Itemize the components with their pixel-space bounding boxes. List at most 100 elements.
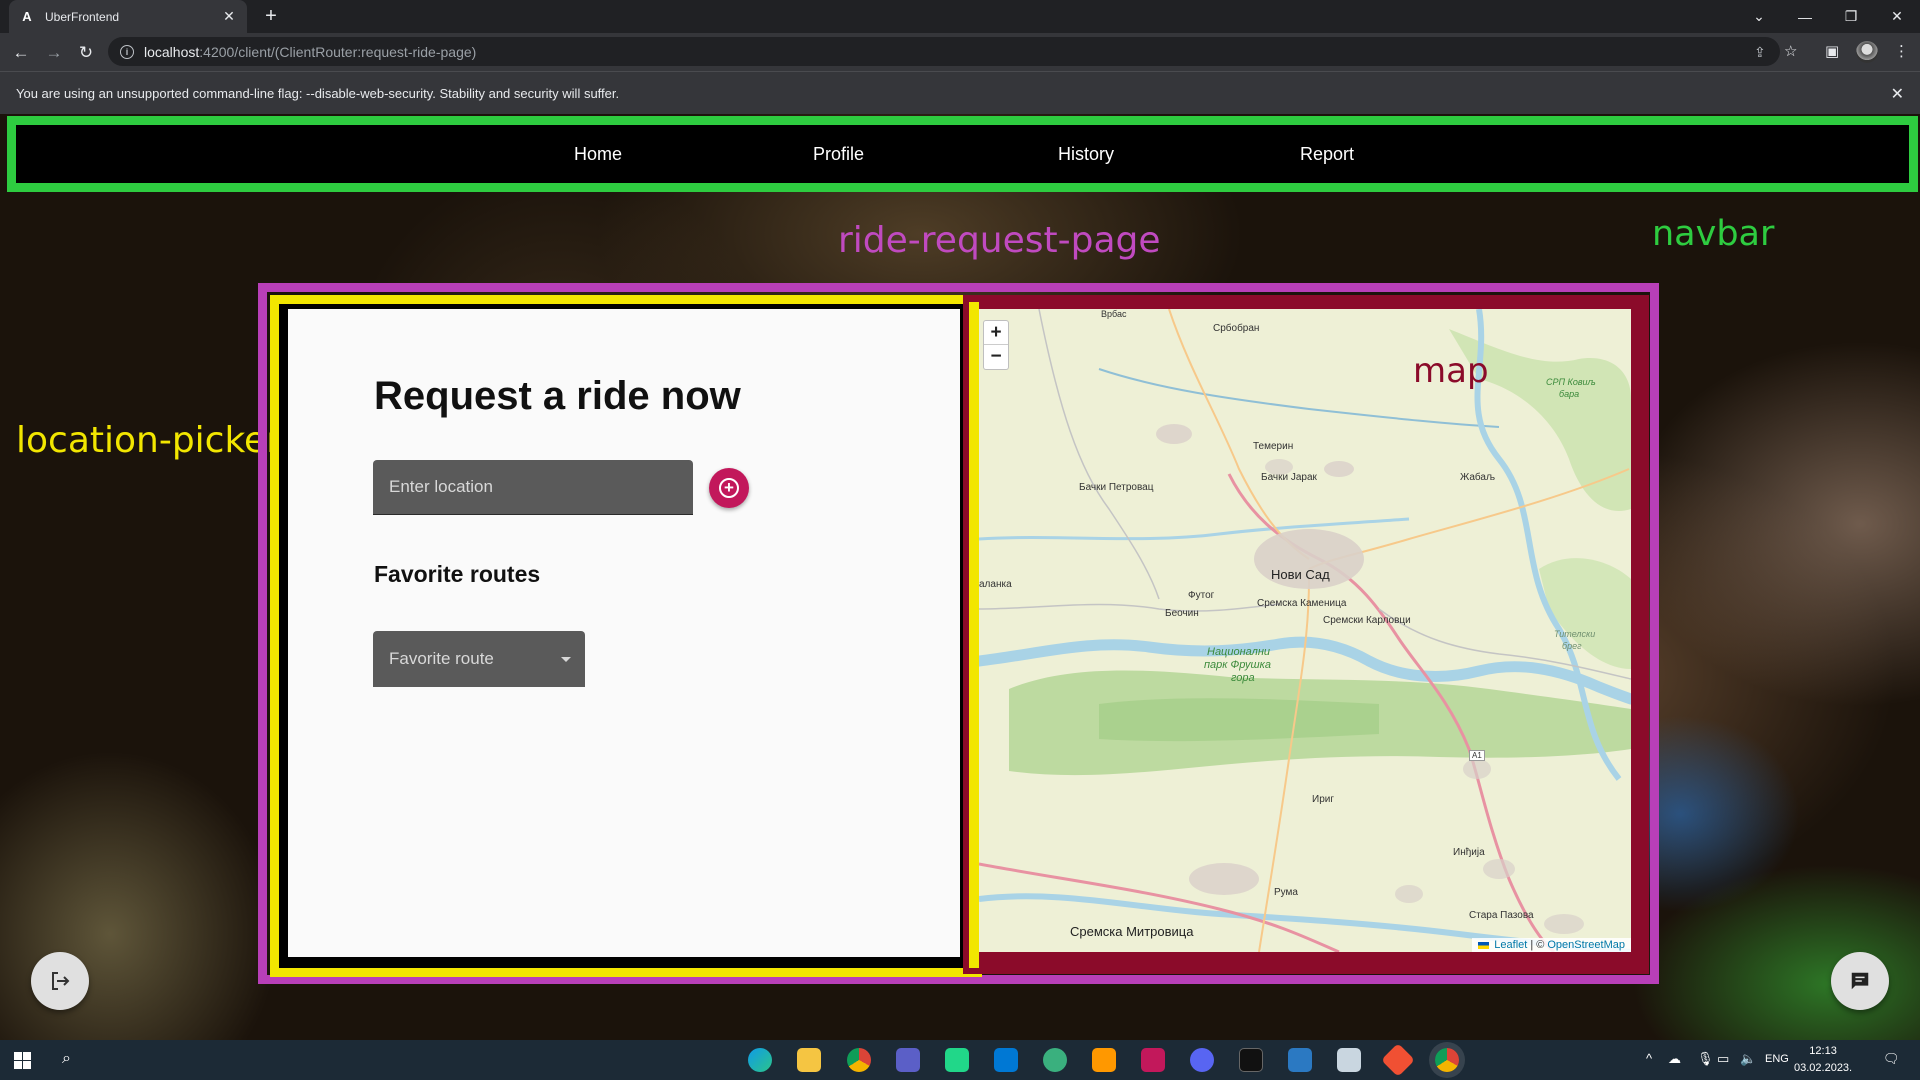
address-bar[interactable]: i localhost:4200/client/(ClientRouter:re… <box>108 37 1780 66</box>
vscode-icon[interactable] <box>994 1048 1018 1072</box>
map-place-label: Сремски Карловци <box>1323 615 1411 626</box>
app-icon[interactable] <box>1043 1048 1067 1072</box>
location-picker-edge <box>969 302 979 968</box>
map-place-label: Национални <box>1207 646 1271 658</box>
map-place-label: Нови Сад <box>1271 567 1330 582</box>
clock[interactable]: 12:13 03.02.2023. <box>1794 1043 1852 1077</box>
map-place-label: Ириг <box>1312 794 1334 805</box>
map-place-label: Темерин <box>1253 441 1294 452</box>
tab-search-icon[interactable]: ⌄ <box>1736 0 1782 33</box>
map-place-label: гора <box>1231 672 1255 684</box>
new-tab-icon[interactable]: + <box>260 5 282 28</box>
minimize-icon[interactable]: — <box>1782 0 1828 33</box>
page-title: Request a ride now <box>374 374 741 418</box>
map-place-label: Сремска Митровица <box>1070 924 1194 939</box>
angular-favicon-icon: A <box>22 9 32 24</box>
chat-button[interactable] <box>1831 952 1889 1010</box>
favorite-route-placeholder: Favorite route <box>389 649 494 668</box>
ukraine-flag-icon <box>1478 941 1490 949</box>
leaflet-map[interactable]: Врбас Србобран аланка Бачки Петровац Тем… <box>979 309 1631 952</box>
discord-icon[interactable] <box>1190 1048 1214 1072</box>
browser-tab[interactable]: A UberFrontend ✕ <box>9 0 247 33</box>
app-icon[interactable] <box>1337 1048 1361 1072</box>
add-location-button[interactable]: + <box>709 468 749 508</box>
search-icon[interactable]: ⌕ <box>62 1050 71 1068</box>
onedrive-icon[interactable]: ☁ <box>1668 1051 1681 1067</box>
menu-kebab-icon[interactable]: ⋮ <box>1894 42 1909 60</box>
infobar-close-icon[interactable]: ✕ <box>1891 84 1904 104</box>
git-icon[interactable] <box>1381 1043 1415 1077</box>
map-place-label: Сремска Каменица <box>1257 598 1347 609</box>
debug-label-ride-request-page: ride-request-page <box>838 220 1161 261</box>
terminal-icon[interactable] <box>1239 1048 1263 1072</box>
location-input[interactable]: Enter location <box>373 460 693 515</box>
volume-icon[interactable]: 🔈 <box>1740 1051 1756 1067</box>
navbar: Home Profile History Report <box>7 116 1918 192</box>
edge-icon[interactable] <box>748 1048 772 1072</box>
leaflet-link[interactable]: Leaflet <box>1494 939 1527 951</box>
teams-icon[interactable] <box>896 1048 920 1072</box>
share-icon[interactable]: ⇪ <box>1754 44 1766 61</box>
sublime-icon[interactable] <box>1092 1048 1116 1072</box>
add-circle-icon: + <box>719 478 739 498</box>
side-panel-icon[interactable]: ▣ <box>1825 42 1839 60</box>
bookmark-star-icon[interactable]: ☆ <box>1784 42 1797 60</box>
intellij-icon[interactable] <box>1141 1048 1165 1072</box>
url-text: localhost:4200/client/(ClientRouter:requ… <box>144 43 477 60</box>
language-indicator[interactable]: ENG <box>1765 1053 1789 1065</box>
window-close-icon[interactable]: ✕ <box>1874 0 1920 33</box>
pycharm-icon[interactable] <box>945 1048 969 1072</box>
map-place-label: аланка <box>979 579 1012 590</box>
clock-date: 03.02.2023. <box>1794 1062 1853 1074</box>
browser-tabstrip: A UberFrontend ✕ + ⌄ — ❐ ✕ <box>0 0 1920 33</box>
map-place-label: Врбас <box>1101 309 1127 319</box>
map-place-label: Бачки Јарак <box>1261 472 1317 483</box>
file-explorer-icon[interactable] <box>797 1048 821 1072</box>
logout-icon <box>52 972 70 990</box>
map-place-label: брег <box>1562 641 1582 651</box>
tab-close-icon[interactable]: ✕ <box>221 8 237 25</box>
page-viewport: Home Profile History Report ride-request… <box>0 114 1920 1040</box>
request-ride-card: Request a ride now Enter location + Favo… <box>288 309 960 957</box>
infobar-text: You are using an unsupported command-lin… <box>16 85 620 101</box>
map-place-label: Тителски <box>1554 629 1596 639</box>
chrome-alt-icon[interactable] <box>847 1048 871 1072</box>
zoom-in-button[interactable]: + <box>984 321 1008 345</box>
notifications-icon[interactable]: 🗨 <box>1883 1051 1900 1067</box>
back-icon[interactable]: ← <box>10 42 32 64</box>
nav-link-history[interactable]: History <box>1058 144 1114 165</box>
map-place-label: парк Фрушка <box>1204 659 1271 671</box>
map-place-label: СРП Ковиљ <box>1546 377 1596 387</box>
chat-icon <box>1851 972 1869 990</box>
map-place-label: бара <box>1559 389 1580 399</box>
network-icon[interactable]: ▭ <box>1717 1051 1729 1067</box>
windows-start-icon[interactable] <box>14 1052 31 1069</box>
microphone-icon[interactable]: 🎙 <box>1697 1051 1714 1067</box>
profile-avatar[interactable] <box>1856 41 1878 63</box>
windows-taskbar: ⌕ ^ ☁ 🎙 ▭ 🔈 ENG 12:13 03.02.2023. 🗨 <box>0 1040 1920 1080</box>
clock-time: 12:13 <box>1809 1045 1837 1057</box>
browser-toolbar: ← → ↻ i localhost:4200/client/(ClientRou… <box>0 33 1920 71</box>
restore-icon[interactable]: ❐ <box>1828 0 1874 33</box>
forward-icon[interactable]: → <box>43 42 65 64</box>
map-place-label: Рума <box>1274 887 1298 898</box>
zoom-out-button[interactable]: − <box>984 345 1008 369</box>
nav-link-home[interactable]: Home <box>574 144 622 165</box>
app-icon[interactable] <box>1288 1048 1312 1072</box>
show-hidden-icons-icon[interactable]: ^ <box>1646 1051 1652 1066</box>
map-place-label: Бачки Петровац <box>1079 482 1154 493</box>
site-info-icon[interactable]: i <box>120 44 134 59</box>
nav-link-report[interactable]: Report <box>1300 144 1354 165</box>
tab-title: UberFrontend <box>45 9 120 24</box>
favorite-route-select[interactable]: Favorite route <box>373 631 585 687</box>
chrome-icon[interactable] <box>1435 1048 1459 1072</box>
logout-button[interactable] <box>31 952 89 1010</box>
osm-link[interactable]: OpenStreetMap <box>1547 939 1625 951</box>
nav-link-profile[interactable]: Profile <box>813 144 864 165</box>
debug-label-map: map <box>1413 351 1489 391</box>
map-place-label: Инђија <box>1453 847 1485 858</box>
debug-label-location-picker: location-picker <box>16 420 281 461</box>
debug-label-navbar: navbar <box>1652 214 1775 254</box>
reload-icon[interactable]: ↻ <box>75 42 97 64</box>
warning-infobar: You are using an unsupported command-lin… <box>0 71 1920 114</box>
